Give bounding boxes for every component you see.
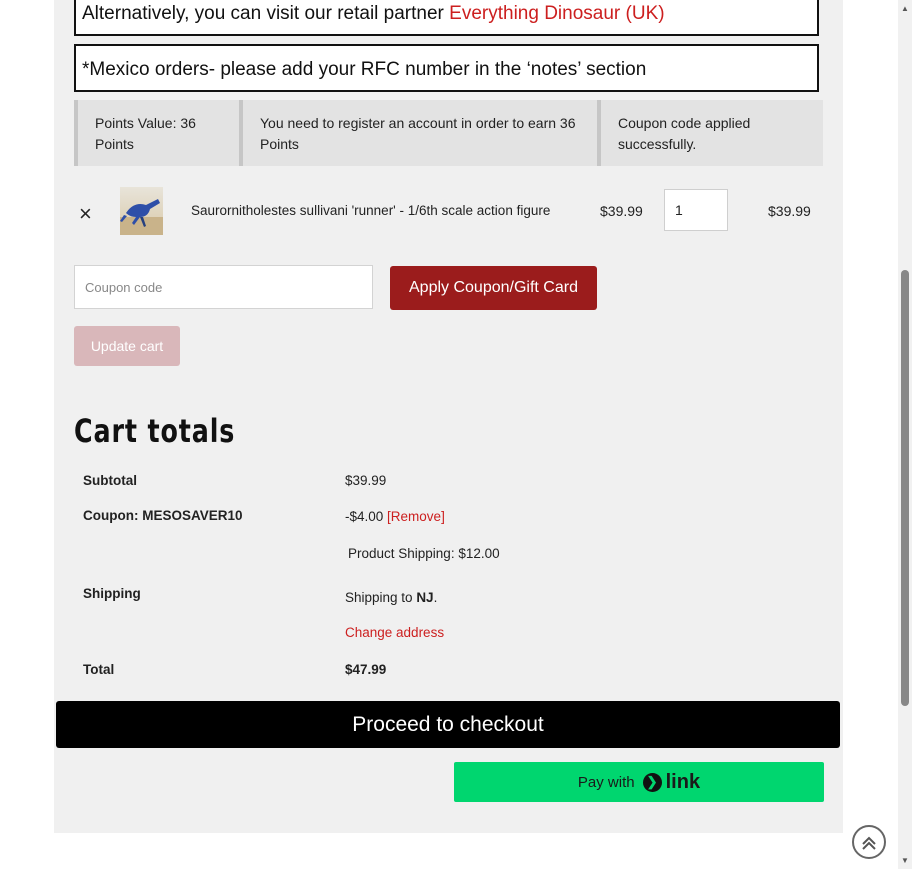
- register-notice-box: You need to register an account in order…: [239, 100, 598, 166]
- pay-with-text: Pay with: [577, 773, 635, 791]
- retail-partner-link[interactable]: Everything Dinosaur (UK): [449, 3, 664, 24]
- link-brand-text: link: [665, 770, 701, 793]
- change-address-link[interactable]: Change address: [345, 625, 444, 640]
- coupon-code-input[interactable]: [74, 265, 373, 309]
- subtotal-value: $39.99: [345, 473, 387, 488]
- cart-totals-title: Cart totals: [74, 412, 236, 450]
- update-cart-button[interactable]: Update cart: [74, 326, 180, 366]
- scroll-down-arrow-icon[interactable]: ▼: [901, 856, 909, 865]
- coupon-label: Coupon: MESOSAVER10: [83, 508, 243, 523]
- points-value-text: Points Value: 36 Points: [95, 115, 196, 152]
- total-label: Total: [83, 662, 115, 677]
- coupon-applied-text: Coupon code applied successfully.: [618, 115, 751, 152]
- back-to-top-button[interactable]: [852, 825, 886, 859]
- product-thumbnail[interactable]: [120, 187, 163, 235]
- register-notice-text: You need to register an account in order…: [260, 115, 576, 152]
- remove-coupon-link[interactable]: [Remove]: [387, 509, 445, 524]
- scroll-up-arrow-icon[interactable]: ▲: [901, 4, 909, 13]
- retail-partner-notice: Alternatively, you can visit our retail …: [74, 0, 819, 36]
- coupon-discount: -$4.00 [Remove]: [345, 509, 445, 524]
- retail-partner-text: Alternatively, you can visit our retail …: [82, 3, 450, 24]
- product-name-link[interactable]: Saurornitholestes sullivani 'runner' - 1…: [191, 203, 550, 218]
- shipping-destination: Shipping to NJ.: [345, 590, 437, 605]
- product-shipping-text: Product Shipping: $12.00: [348, 546, 500, 561]
- apply-coupon-button[interactable]: Apply Coupon/Gift Card: [390, 266, 597, 310]
- link-chevron-icon: ❯: [642, 772, 662, 792]
- shipping-label: Shipping: [83, 586, 141, 601]
- mexico-rfc-text: *Mexico orders- please add your RFC numb…: [82, 59, 647, 80]
- product-subtotal: $39.99: [768, 203, 811, 219]
- subtotal-label: Subtotal: [83, 473, 137, 488]
- mexico-rfc-notice: *Mexico orders- please add your RFC numb…: [74, 44, 819, 92]
- points-value-box: Points Value: 36 Points: [74, 100, 241, 166]
- shipping-state: NJ: [416, 590, 434, 605]
- remove-item-icon[interactable]: ×: [79, 203, 92, 225]
- proceed-to-checkout-button[interactable]: Proceed to checkout: [56, 701, 840, 748]
- shipping-to-text: Shipping to: [345, 590, 417, 605]
- pay-with-link-button[interactable]: Pay with ❯ link: [454, 762, 824, 802]
- shipping-period: .: [433, 590, 438, 605]
- product-price: $39.99: [600, 203, 643, 219]
- quantity-input[interactable]: [664, 189, 728, 231]
- page-scrollbar[interactable]: ▲ ▼: [898, 0, 912, 869]
- coupon-applied-box: Coupon code applied successfully.: [597, 100, 823, 166]
- chevron-up-icon: [862, 836, 876, 850]
- scrollbar-thumb[interactable]: [901, 270, 909, 706]
- coupon-discount-value: -$4.00: [345, 509, 384, 524]
- total-value: $47.99: [345, 662, 387, 677]
